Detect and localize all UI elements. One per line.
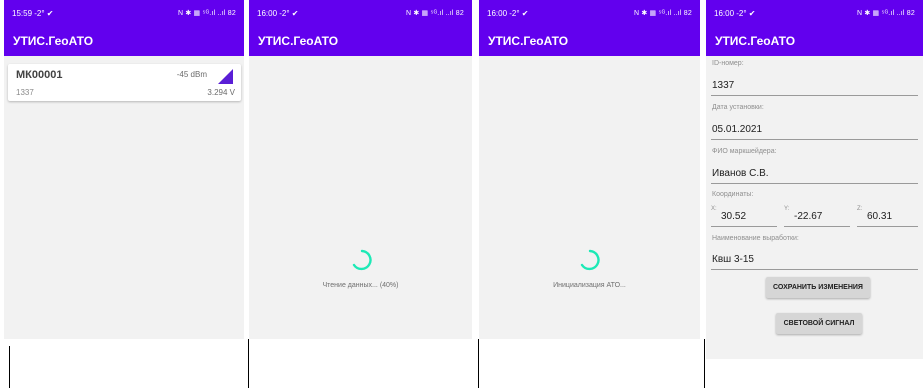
coord-x-underline — [711, 226, 777, 227]
app-title: УТИС.ГеоАТО — [488, 34, 569, 48]
status-bar: 16:00 -2° ✔ N ✱ ▦ ⁵ᴳ.ıl ..ıl 82 — [249, 0, 472, 26]
loading-spinner-icon — [352, 249, 372, 271]
install-date-underline — [711, 139, 918, 140]
app-bar: УТИС.ГеоАТО — [706, 26, 923, 56]
screen-divider — [478, 339, 479, 388]
status-weather: -2° ✔ — [279, 8, 299, 18]
install-date-field[interactable]: 05.01.2021 — [712, 124, 762, 135]
screen-divider — [248, 339, 249, 388]
coord-x-field[interactable]: 30.52 — [721, 211, 746, 222]
status-time-group: 16:00 -2° ✔ — [714, 9, 756, 18]
device-id: МК00001 — [16, 69, 63, 81]
install-date-label: Дата установки: — [712, 104, 764, 111]
device-voltage: 3.294 V — [207, 88, 235, 97]
status-time-group: 15:59 -2° ✔ — [12, 9, 54, 18]
coord-y-prefix: Y: — [784, 206, 790, 212]
coord-z-prefix: Z: — [857, 206, 863, 212]
working-name-label: Наименование выработки: — [712, 235, 799, 242]
screen-initializing: 16:00 -2° ✔ N ✱ ▦ ⁵ᴳ.ıl ..ıl 82 УТИС.Гео… — [479, 0, 700, 339]
coord-y-underline — [784, 226, 850, 227]
app-title: УТИС.ГеоАТО — [258, 34, 339, 48]
status-weather: -2° ✔ — [736, 8, 756, 18]
status-icons: N ✱ ▦ ⁵ᴳ.ıl ..ıl 82 — [177, 10, 236, 17]
status-bar: 15:59 -2° ✔ N ✱ ▦ ⁵ᴳ.ıl ..ıl 82 — [4, 0, 244, 26]
status-time-group: 16:00 -2° ✔ — [257, 9, 299, 18]
app-bar: УТИС.ГеоАТО — [479, 26, 700, 56]
status-time: 16:00 — [257, 8, 278, 18]
coord-z-field[interactable]: 60.31 — [867, 211, 892, 222]
screen-reading-data: 16:00 -2° ✔ N ✱ ▦ ⁵ᴳ.ıl ..ıl 82 УТИС.Гео… — [249, 0, 472, 339]
id-number-field[interactable]: 1337 — [712, 80, 734, 91]
status-weather: -2° ✔ — [509, 8, 529, 18]
surveyor-name-label: ФИО маркшейдера: — [712, 148, 777, 155]
status-icons: N ✱ ▦ ⁵ᴳ.ıl ..ıl 82 — [856, 10, 915, 17]
working-name-field[interactable]: Квш 3-15 — [712, 254, 754, 265]
id-number-label: ID-номер: — [712, 60, 744, 67]
coordinates-label: Координаты: — [712, 191, 754, 198]
app-bar: УТИС.ГеоАТО — [249, 26, 472, 56]
save-changes-button[interactable]: СОХРАНИТЬ ИЗМЕНЕНИЯ — [766, 277, 870, 298]
screen-device-list: 15:59 -2° ✔ N ✱ ▦ ⁵ᴳ.ıl ..ıl 82 УТИС.Гео… — [4, 0, 244, 339]
loading-status-text: Инициализация АТО... — [553, 282, 626, 289]
light-signal-button[interactable]: СВЕТОВОЙ СИГНАЛ — [776, 313, 862, 334]
screen-divider — [704, 339, 705, 388]
screen-device-form: 16:00 -2° ✔ N ✱ ▦ ⁵ᴳ.ıl ..ıl 82 УТИС.Гео… — [706, 0, 923, 359]
coord-z-underline — [857, 226, 918, 227]
device-number: 1337 — [16, 88, 34, 97]
device-signal-strength: -45 dBm — [176, 70, 207, 79]
signal-strength-icon — [218, 69, 233, 84]
status-bar: 16:00 -2° ✔ N ✱ ▦ ⁵ᴳ.ıl ..ıl 82 — [479, 0, 700, 26]
app-title: УТИС.ГеоАТО — [715, 34, 796, 48]
status-bar: 16:00 -2° ✔ N ✱ ▦ ⁵ᴳ.ıl ..ıl 82 — [706, 0, 923, 26]
status-icons: N ✱ ▦ ⁵ᴳ.ıl ..ıl 82 — [633, 10, 692, 17]
status-time: 16:00 — [714, 8, 735, 18]
loading-spinner-icon — [580, 249, 600, 271]
coord-x-prefix: X: — [711, 206, 717, 212]
app-bar: УТИС.ГеоАТО — [4, 26, 244, 56]
status-icons: N ✱ ▦ ⁵ᴳ.ıl ..ıl 82 — [405, 10, 464, 17]
status-time-group: 16:00 -2° ✔ — [487, 9, 529, 18]
screen-divider — [9, 346, 10, 388]
surveyor-name-field[interactable]: Иванов С.В. — [712, 168, 769, 179]
status-time: 16:00 — [487, 8, 508, 18]
id-number-underline — [711, 95, 918, 96]
status-weather: -2° ✔ — [34, 8, 54, 18]
working-name-underline — [711, 269, 918, 270]
loading-status-text: Чтение данных... (40%) — [322, 282, 399, 289]
device-list-item[interactable]: МК00001 -45 dBm 1337 3.294 V — [8, 64, 241, 101]
status-time: 15:59 — [12, 8, 33, 18]
surveyor-name-underline — [711, 183, 918, 184]
app-title: УТИС.ГеоАТО — [13, 34, 94, 48]
coord-y-field[interactable]: -22.67 — [794, 211, 822, 222]
